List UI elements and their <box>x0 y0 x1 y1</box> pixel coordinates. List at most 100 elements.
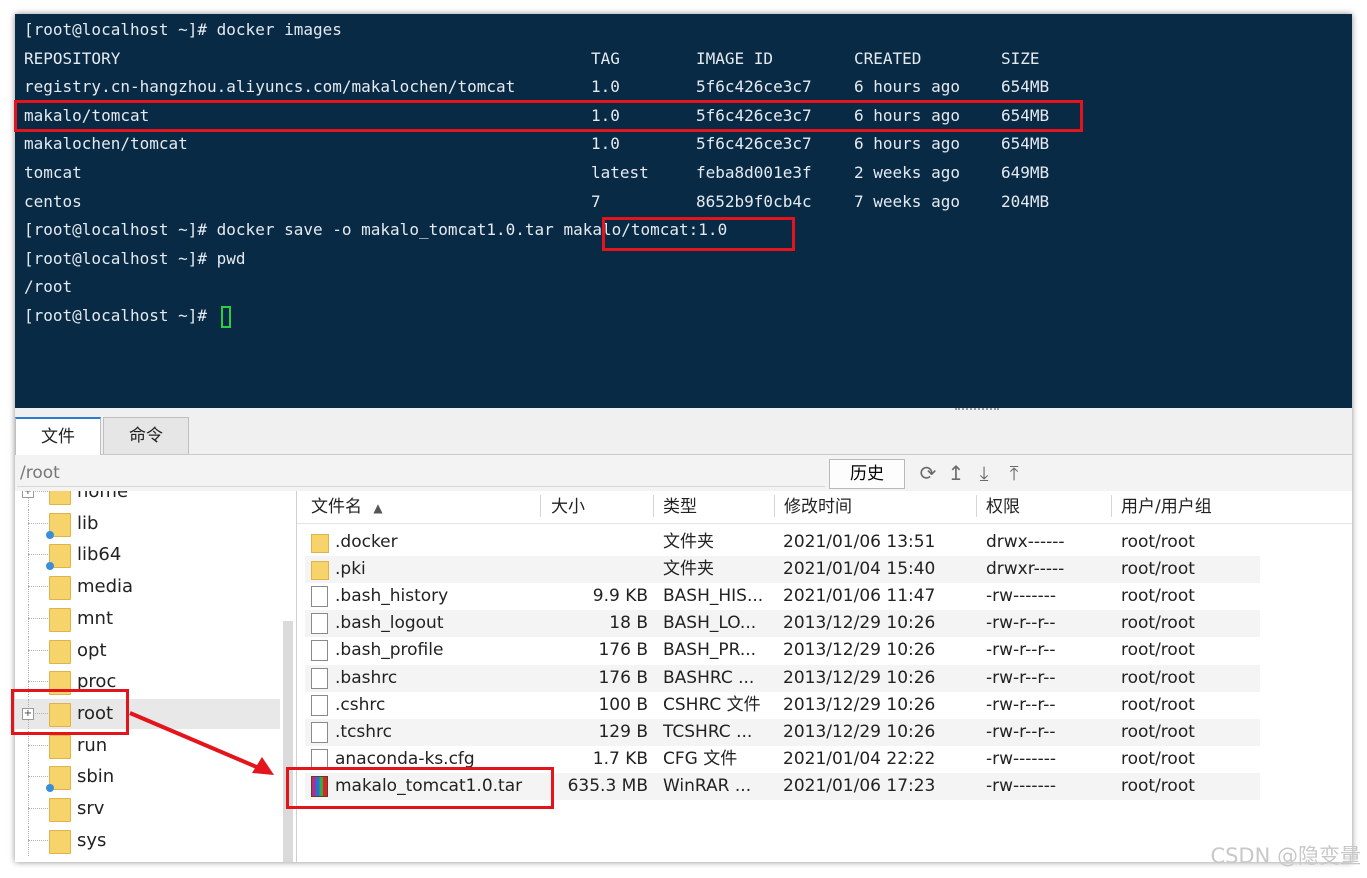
file-permissions: -rw-r--r-- <box>986 721 1056 742</box>
file-icon <box>311 586 328 608</box>
column-owner[interactable]: 用户/用户组 <box>1121 496 1212 518</box>
refresh-icon[interactable]: ⟳ <box>917 461 939 485</box>
file-type: CSHRC 文件 <box>663 694 761 715</box>
terminal-line-text: [root@localhost ~]# pwd <box>24 248 246 268</box>
file-type: BASHRC ... <box>663 667 755 688</box>
image-cell: 649MB <box>1001 163 1050 182</box>
file-row[interactable]: .bashrc 176 B BASHRC ... 2013/12/29 10:26 -r… <box>305 664 1260 692</box>
up-icon[interactable]: ↥ <box>945 461 967 485</box>
file-mtime: 2013/12/29 10:26 <box>783 694 936 715</box>
folder-icon <box>49 734 71 759</box>
image-cell: 8652b9f0cb4c <box>696 191 812 211</box>
highlight-box-image-row <box>14 100 1083 132</box>
file-name: .bash_history <box>335 586 449 607</box>
download-icon[interactable]: ⤓ <box>973 461 995 485</box>
tree-item-label: srv <box>77 798 105 819</box>
terminal-line-text: /root <box>24 277 73 297</box>
file-row[interactable]: .bash_profile 176 B BASH_PR... 2013/12/29 1… <box>305 637 1260 664</box>
terminal-line-text: [root@localhost ~]# <box>24 306 217 325</box>
terminal-line: /root <box>24 273 72 301</box>
image-cell: 1.0 <box>591 134 620 154</box>
file-size: 18 B <box>609 613 648 634</box>
column-permissions[interactable]: 权限 <box>986 496 1020 518</box>
file-permissions: -rw-r--r-- <box>986 667 1056 688</box>
tab-bar: 文件 命令 <box>15 414 1352 457</box>
file-type: 文件夹 <box>663 559 714 580</box>
file-type: 文件夹 <box>663 532 714 552</box>
tree-item-label: opt <box>77 639 107 661</box>
file-icon <box>311 721 328 743</box>
upload-icon[interactable]: ⤒ <box>1003 461 1025 485</box>
tree-item-mnt[interactable]: mnt <box>15 603 280 634</box>
images-header-cell: REPOSITORY <box>24 48 121 68</box>
tree-item-lib64[interactable]: lib64 <box>15 540 280 571</box>
file-icon <box>311 613 328 635</box>
tab-files[interactable]: 文件 <box>15 417 101 457</box>
file-mtime: 2021/01/06 17:23 <box>783 775 936 796</box>
tree-item-home[interactable]: + home <box>15 491 280 507</box>
tree-scrollbar[interactable] <box>283 621 293 862</box>
file-owner: root/root <box>1121 559 1195 580</box>
folder-icon <box>49 576 71 601</box>
directory-tree[interactable]: + home lib lib64 media mnt opt proc + root run sbin… <box>15 491 297 862</box>
watermark: CSDN @隐变量 <box>1210 844 1361 868</box>
file-name: .docker <box>335 532 398 552</box>
column-type[interactable]: 类型 <box>663 496 697 518</box>
terminal-line: [root@localhost ~]# <box>24 302 231 330</box>
folder-icon <box>49 607 71 632</box>
column-mtime[interactable]: 修改时间 <box>784 496 852 518</box>
image-cell: 7 <box>591 191 601 211</box>
file-row[interactable]: .bash_logout 18 B BASH_LO... 2013/12/29 10:… <box>305 610 1260 638</box>
tree-item-lib[interactable]: lib <box>15 508 280 539</box>
tree-item-label: media <box>77 576 134 598</box>
tree-item-sys[interactable]: sys <box>15 825 280 856</box>
file-mtime: 2013/12/29 10:26 <box>783 667 936 688</box>
file-type: BASH_PR... <box>663 640 757 661</box>
column-name[interactable]: 文件名 ▲ <box>311 496 383 519</box>
image-cell: 204MB <box>1001 191 1050 211</box>
file-row[interactable]: .pki 文件夹 2021/01/04 15:40 drwxr----- root/ro… <box>305 556 1260 584</box>
file-row[interactable]: .cshrc 100 B CSHRC 文件 2013/12/29 10:26 -rw-r… <box>305 692 1260 719</box>
tree-item-srv[interactable]: srv <box>15 794 280 824</box>
file-owner: root/root <box>1121 748 1195 769</box>
image-cell: 5f6c426ce3c7 <box>696 134 812 154</box>
file-permissions: -rw-r--r-- <box>986 640 1056 661</box>
file-name: .bash_logout <box>335 613 444 634</box>
cursor-icon <box>220 305 231 328</box>
highlight-box-image-tag <box>602 217 795 251</box>
folder-link-icon <box>46 544 71 571</box>
terminal-line: [root@localhost ~]# pwd <box>24 245 246 273</box>
highlight-box-root-folder <box>11 689 129 735</box>
image-cell: 6 hours ago <box>854 77 960 97</box>
file-icon <box>311 694 328 716</box>
file-type: TCSHRC ... <box>663 721 753 742</box>
splitter-grip-icon[interactable] <box>955 408 999 413</box>
file-mtime: 2013/12/29 10:26 <box>783 640 936 661</box>
file-owner: root/root <box>1121 613 1195 634</box>
terminal[interactable]: [root@localhost ~]# docker images REPOSIT… <box>15 14 1352 408</box>
file-name: .cshrc <box>335 694 386 715</box>
folder-icon <box>49 829 71 854</box>
column-size[interactable]: 大小 <box>551 496 585 518</box>
tree-item-media[interactable]: media <box>15 572 280 603</box>
history-button[interactable]: 历史 <box>829 459 905 489</box>
image-cell: 7 weeks ago <box>854 191 960 211</box>
file-permissions: -rw------- <box>986 775 1056 796</box>
file-row[interactable]: .tcshrc 129 B TCSHRC ... 2013/12/29 10:26 -r… <box>305 718 1260 746</box>
folder-link-icon <box>46 766 71 793</box>
file-owner: root/root <box>1121 694 1195 715</box>
file-owner: root/root <box>1121 640 1195 661</box>
tree-item-label: sbin <box>77 766 115 788</box>
file-permissions: -rw------- <box>986 748 1056 769</box>
path-input[interactable]: /root <box>17 460 825 487</box>
file-mtime: 2013/12/29 10:26 <box>783 613 936 634</box>
tree-item-opt[interactable]: opt <box>15 635 280 666</box>
file-owner: root/root <box>1121 721 1195 742</box>
file-owner: root/root <box>1121 667 1195 688</box>
file-row[interactable]: .bash_history 9.9 KB BASH_HIS... 2021/01/06… <box>305 583 1260 610</box>
file-type: BASH_LO... <box>663 613 757 634</box>
file-row[interactable]: .docker 文件夹 2021/01/06 13:51 drwx------ root… <box>305 529 1260 556</box>
expand-icon[interactable]: + <box>22 491 34 498</box>
tab-commands[interactable]: 命令 <box>103 417 189 454</box>
image-cell: 2 weeks ago <box>854 163 960 182</box>
